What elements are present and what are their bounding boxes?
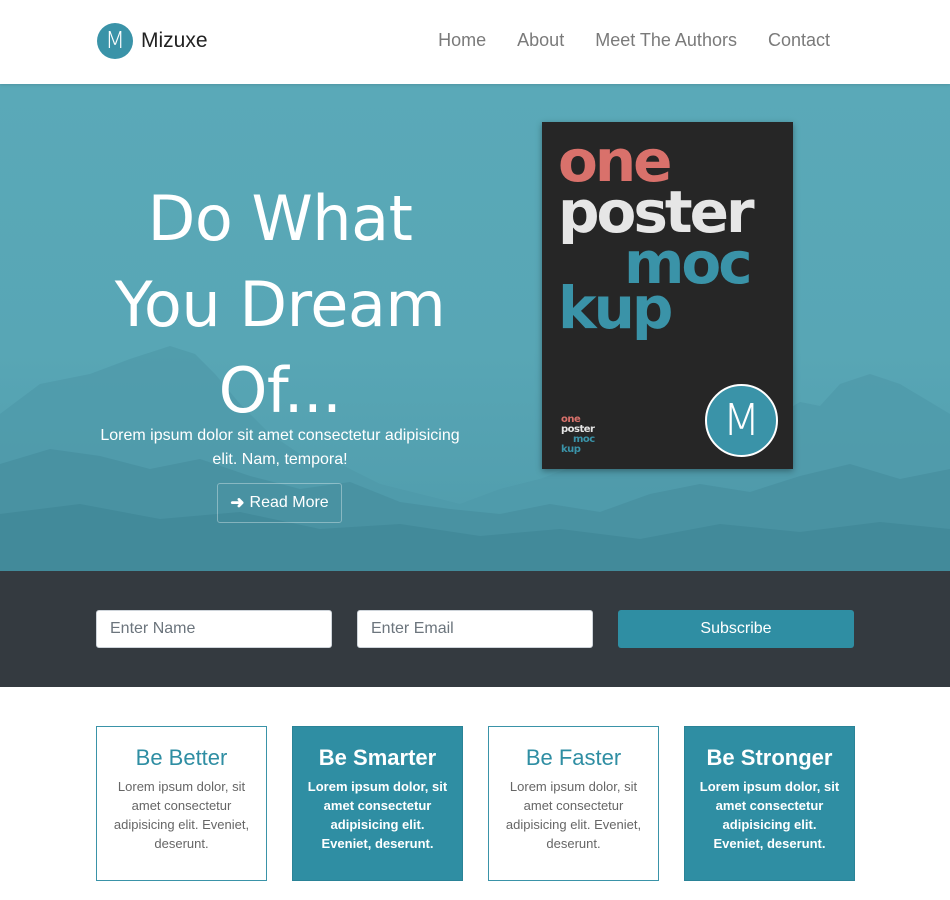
hero-subtitle: Lorem ipsum dolor sit amet consectetur a…	[100, 427, 460, 468]
feature-title: Be Faster	[525, 745, 622, 770]
subscribe-section: Subscribe	[0, 571, 950, 687]
feature-text: Lorem ipsum dolor, sit amet consectetur …	[113, 779, 250, 851]
hero-section: Do What You Dream Of... Lorem ipsum dolo…	[0, 84, 950, 571]
feature-text: Lorem ipsum dolor, sit amet consectetur …	[505, 779, 642, 851]
hero-title: Do What You Dream Of...	[95, 176, 465, 434]
poster-mini-line: kup	[561, 444, 581, 455]
brand-name: Mizuxe	[141, 29, 208, 52]
nav-meet-the-authors[interactable]: Meet The Authors	[595, 30, 737, 51]
poster-image: one poster moc kup one poster moc kup M	[542, 122, 793, 469]
nav-menu: Home About Meet The Authors Contact	[407, 30, 830, 51]
logo-icon: M	[97, 23, 133, 59]
email-input[interactable]	[357, 610, 593, 648]
navbar: M Mizuxe Home About Meet The Authors Con…	[0, 0, 950, 84]
hero-title-line: Of...	[218, 354, 342, 427]
poster-logo-icon: M	[705, 384, 778, 457]
poster-mini-logo: one poster moc kup	[561, 415, 595, 455]
read-more-button[interactable]: ➜ Read More	[217, 483, 342, 523]
subscribe-button[interactable]: Subscribe	[618, 610, 854, 648]
feature-card-be-better: Be Better Lorem ipsum dolor, sit amet co…	[96, 726, 267, 881]
nav-contact[interactable]: Contact	[768, 30, 830, 51]
feature-card-be-smarter: Be Smarter Lorem ipsum dolor, sit amet c…	[292, 726, 463, 881]
nav-about[interactable]: About	[517, 30, 564, 51]
name-input[interactable]	[96, 610, 332, 648]
feature-card-be-faster: Be Faster Lorem ipsum dolor, sit amet co…	[488, 726, 659, 881]
feature-card-be-stronger: Be Stronger Lorem ipsum dolor, sit amet …	[684, 726, 855, 881]
feature-text: Lorem ipsum dolor, sit amet consectetur …	[699, 779, 840, 851]
poster-text-line: kup	[558, 274, 673, 342]
hero-title-line: Do What	[147, 182, 413, 255]
feature-title: Be Better	[135, 745, 228, 770]
feature-title: Be Smarter	[318, 745, 437, 770]
read-more-label: Read More	[249, 494, 329, 511]
hero-title-line: You Dream	[114, 268, 446, 341]
feature-title: Be Stronger	[706, 745, 833, 770]
nav-home[interactable]: Home	[438, 30, 486, 51]
brand-link[interactable]: M Mizuxe	[97, 22, 208, 60]
arrow-right-icon: ➜	[230, 493, 245, 512]
feature-text: Lorem ipsum dolor, sit amet consectetur …	[307, 779, 448, 851]
